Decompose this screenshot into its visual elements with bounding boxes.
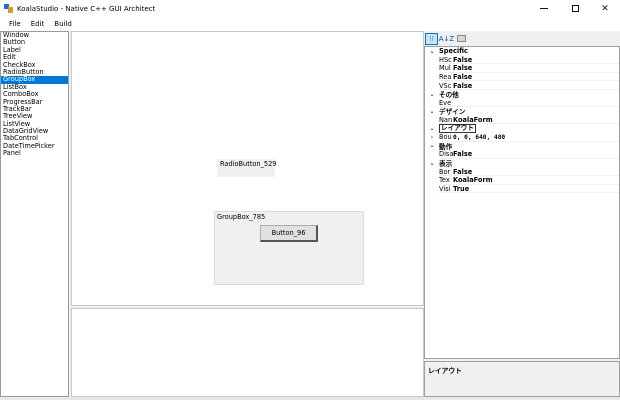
alphabetical-view-button[interactable]: A↓Z (438, 33, 455, 45)
maximize-button[interactable] (560, 0, 590, 17)
button-control[interactable]: Button_96 (260, 225, 318, 242)
form-design-surface[interactable]: RadioButton_529 GroupBox_785 Button_96 (71, 31, 424, 306)
menu-edit[interactable]: Edit (26, 17, 50, 31)
property-name: Nan (439, 116, 453, 125)
group-box-control[interactable]: GroupBox_785 Button_96 (214, 211, 364, 285)
category-label: レイアウト (439, 124, 476, 134)
close-button[interactable]: ✕ (590, 0, 620, 17)
property-row[interactable]: Disa False (425, 150, 619, 159)
property-grid[interactable]: ⌄ Specific HSc False Mul False Rea False VSc Fals… (424, 46, 620, 359)
property-value[interactable]: True (453, 185, 469, 193)
property-category[interactable]: ⌄ その他 (425, 90, 619, 100)
minimize-button[interactable] (529, 0, 559, 17)
property-row[interactable]: Rea False (425, 73, 619, 82)
expand-chevron-icon[interactable]: ⌄ (425, 160, 439, 167)
menu-bar: File Edit Build (0, 17, 620, 31)
property-row[interactable]: › Bou 0, 0, 640, 480 (425, 133, 619, 142)
expand-chevron-icon[interactable]: ⌄ (425, 48, 439, 55)
menu-file[interactable]: File (4, 17, 26, 31)
expand-chevron-icon[interactable]: ⌄ (425, 142, 439, 149)
property-category[interactable]: ⌄ 動作 (425, 142, 619, 151)
minimize-icon (540, 8, 548, 9)
property-pages-button[interactable] (455, 33, 468, 45)
window-title: KoalaStudio - Native C++ GUI Architect (17, 4, 156, 13)
property-value[interactable]: False (453, 64, 472, 72)
property-row[interactable]: Mul False (425, 64, 619, 73)
maximize-icon (571, 5, 579, 12)
property-name: Mul (439, 64, 451, 73)
non-visual-component-tray[interactable] (71, 308, 424, 397)
property-name: HSc (439, 55, 452, 64)
radio-button-control[interactable]: RadioButton_529 (217, 159, 277, 177)
designer-area: RadioButton_529 GroupBox_785 Button_96 (71, 31, 424, 397)
property-value[interactable]: False (453, 56, 472, 64)
title-bar: KoalaStudio - Native C++ GUI Architect ✕ (0, 0, 620, 17)
close-icon: ✕ (601, 3, 609, 14)
property-name: Visi (439, 184, 451, 193)
property-name: Rea (439, 73, 452, 82)
property-name: Bor (439, 167, 451, 176)
property-row[interactable]: Nan KoalaForm (425, 116, 619, 125)
property-value[interactable]: False (453, 73, 472, 81)
toolbox-list[interactable]: Window Button Label Edit CheckBox RadioButton… (0, 31, 69, 397)
property-description-pane: レイアウト (424, 361, 620, 397)
property-row[interactable]: HSc False (425, 56, 619, 65)
property-category[interactable]: ⌄ デザイン (425, 107, 619, 117)
property-row[interactable]: Visi True (425, 185, 619, 194)
app-icon (4, 4, 13, 13)
expand-chevron-icon[interactable]: › (425, 134, 439, 141)
sort-alphabetical-icon: A↓Z (438, 34, 455, 43)
property-category[interactable]: ⌄ 表示 (425, 159, 619, 169)
categorized-view-button[interactable]: ⁝⁝ (425, 32, 438, 45)
property-name: Tex (439, 176, 450, 185)
property-row[interactable]: Bor False (425, 167, 619, 176)
toolbox-item-panel[interactable]: Panel (1, 149, 68, 157)
description-title: レイアウト (428, 367, 462, 375)
property-value[interactable]: False (453, 168, 472, 176)
category-label: Specific (439, 47, 468, 56)
expand-chevron-icon[interactable]: ⌄ (425, 91, 439, 98)
properties-panel: ⁝⁝ A↓Z ⌄ Specific HSc False Mul False Rea False… (424, 31, 620, 397)
property-category[interactable]: ⌄ Specific (425, 47, 619, 56)
property-row[interactable]: Tex KoalaForm (425, 176, 619, 185)
expand-chevron-icon[interactable]: ⌄ (425, 125, 439, 132)
property-value[interactable]: False (453, 150, 472, 158)
property-value[interactable]: 0, 0, 640, 480 (453, 134, 505, 141)
categorized-icon: ⁝⁝ (429, 34, 434, 43)
group-box-caption: GroupBox_785 (217, 213, 266, 221)
menu-build[interactable]: Build (49, 17, 77, 31)
expand-chevron-icon[interactable]: ⌄ (425, 108, 439, 115)
property-pages-icon (457, 35, 466, 42)
property-category[interactable]: ⌄ レイアウト (425, 124, 619, 134)
property-value[interactable]: KoalaForm (453, 116, 493, 124)
property-value[interactable]: KoalaForm (453, 176, 493, 184)
properties-toolbar: ⁝⁝ A↓Z (424, 31, 620, 46)
